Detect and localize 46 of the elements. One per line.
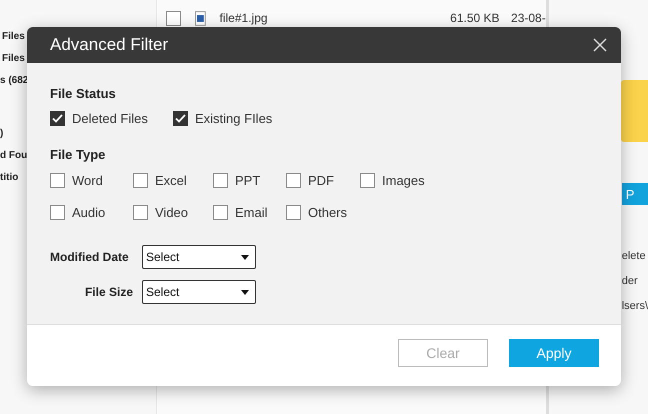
image-file-icon bbox=[194, 10, 206, 26]
checkbox-option[interactable]: PPT bbox=[213, 171, 260, 189]
info-text: lsers\ bbox=[622, 300, 648, 314]
checkbox[interactable] bbox=[133, 204, 148, 220]
dialog-title: Advanced Filter bbox=[50, 35, 168, 55]
checkbox[interactable] bbox=[166, 10, 181, 26]
checkbox[interactable] bbox=[213, 204, 228, 220]
checkbox-option[interactable]: Images bbox=[360, 171, 425, 189]
file-name: file#1.jpg bbox=[220, 11, 269, 25]
checkbox[interactable] bbox=[213, 172, 228, 188]
file-date: 23-08- bbox=[511, 11, 546, 25]
checkbox-option[interactable]: Others bbox=[286, 203, 348, 221]
select-dropdown[interactable]: Select bbox=[142, 245, 256, 269]
info-text: der bbox=[622, 275, 638, 289]
sidebar-item[interactable]: ) bbox=[0, 126, 4, 148]
checkbox[interactable] bbox=[133, 172, 148, 188]
checkbox-option[interactable]: PDF bbox=[286, 171, 334, 189]
checkbox[interactable] bbox=[286, 172, 301, 188]
checkbox[interactable] bbox=[286, 204, 301, 220]
filter-label: File Size bbox=[84, 285, 134, 299]
checkbox-option[interactable]: Deleted Files bbox=[50, 109, 148, 127]
sidebar-item[interactable]: Files bbox=[0, 29, 25, 51]
checkbox[interactable] bbox=[173, 110, 188, 126]
info-text: elete bbox=[622, 250, 646, 264]
checkbox-option[interactable]: Word bbox=[50, 171, 103, 189]
checkbox-option[interactable]: Video bbox=[133, 203, 188, 221]
checkbox-option[interactable]: Audio bbox=[50, 203, 106, 221]
caret-icon bbox=[241, 254, 249, 260]
sidebar-item[interactable]: s (682 bbox=[0, 73, 28, 95]
close-icon[interactable] bbox=[593, 38, 607, 52]
checkbox[interactable] bbox=[50, 204, 65, 220]
sidebar-item[interactable]: Files bbox=[0, 51, 25, 73]
checkbox[interactable] bbox=[360, 172, 375, 188]
checkbox[interactable] bbox=[50, 172, 65, 188]
caret-icon bbox=[241, 290, 249, 294]
sidebar-item[interactable]: titio bbox=[0, 170, 18, 192]
file-size: 61.50 KB bbox=[450, 11, 501, 25]
filter-label: Modified Date bbox=[50, 250, 130, 264]
select-dropdown[interactable]: Select bbox=[142, 280, 256, 304]
checkbox-option[interactable]: Existing FIles bbox=[173, 109, 272, 127]
section-heading: File Status bbox=[50, 86, 116, 101]
checkbox-option[interactable]: Email bbox=[213, 203, 268, 221]
checkbox[interactable] bbox=[50, 110, 65, 126]
section-heading: File Type bbox=[50, 147, 106, 162]
sidebar-item[interactable]: d Fou bbox=[0, 148, 28, 170]
checkbox-option[interactable]: Excel bbox=[133, 171, 187, 189]
